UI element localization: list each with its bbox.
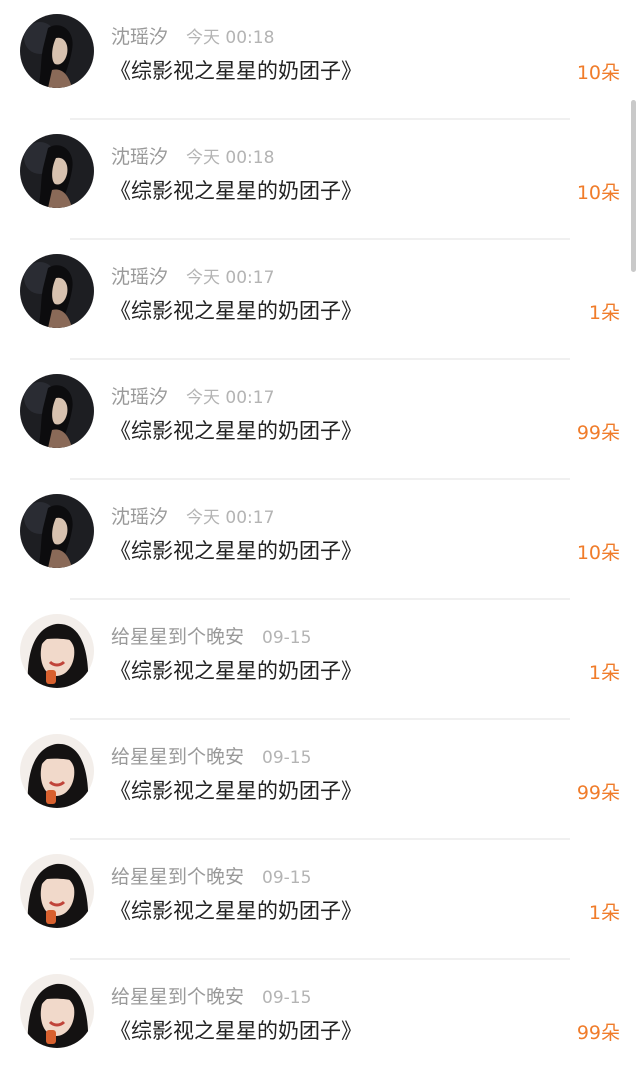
timestamp: 今天 00:17 <box>186 508 275 528</box>
avatar[interactable] <box>20 14 94 88</box>
timestamp: 今天 00:18 <box>186 148 275 168</box>
timestamp: 09-15 <box>262 748 312 768</box>
meta-line: 沈瑶汐 今天 00:18 <box>111 22 274 48</box>
list-item[interactable]: 沈瑶汐 今天 00:17 《综影视之星星的奶团子》 99朵 <box>0 360 640 480</box>
meta-line: 给星星到个晚安 09-15 <box>111 982 311 1008</box>
user-name[interactable]: 给星星到个晚安 <box>111 622 244 649</box>
avatar[interactable] <box>20 134 94 208</box>
user-name[interactable]: 沈瑶汐 <box>111 382 168 409</box>
user-name[interactable]: 给星星到个晚安 <box>111 742 244 769</box>
timestamp: 今天 00:17 <box>186 388 275 408</box>
avatar[interactable] <box>20 734 94 808</box>
list-item[interactable]: 给星星到个晚安 09-15 《综影视之星星的奶团子》 1朵 <box>0 600 640 720</box>
timestamp: 今天 00:18 <box>186 28 275 48</box>
timestamp: 09-15 <box>262 628 312 648</box>
list-item[interactable]: 沈瑶汐 今天 00:18 《综影视之星星的奶团子》 10朵 <box>0 0 640 120</box>
book-title[interactable]: 《综影视之星星的奶团子》 <box>110 775 362 805</box>
list-item[interactable]: 给星星到个晚安 09-15 《综影视之星星的奶团子》 1朵 <box>0 840 640 960</box>
gift-count: 10朵 <box>576 182 620 204</box>
timestamp: 09-15 <box>262 988 312 1008</box>
book-title[interactable]: 《综影视之星星的奶团子》 <box>110 895 362 925</box>
gift-count: 1朵 <box>588 902 620 924</box>
user-name[interactable]: 给星星到个晚安 <box>111 982 244 1009</box>
list-item[interactable]: 沈瑶汐 今天 00:17 《综影视之星星的奶团子》 1朵 <box>0 240 640 360</box>
gift-count: 99朵 <box>576 1022 620 1044</box>
gift-count: 1朵 <box>588 302 620 324</box>
avatar[interactable] <box>20 374 94 448</box>
meta-line: 给星星到个晚安 09-15 <box>111 622 311 648</box>
user-name[interactable]: 沈瑶汐 <box>111 142 168 169</box>
gift-count: 10朵 <box>576 62 620 84</box>
avatar[interactable] <box>20 494 94 568</box>
scrollbar[interactable] <box>631 100 636 272</box>
user-name[interactable]: 沈瑶汐 <box>111 22 168 49</box>
meta-line: 沈瑶汐 今天 00:17 <box>111 262 274 288</box>
avatar[interactable] <box>20 254 94 328</box>
meta-line: 给星星到个晚安 09-15 <box>111 742 311 768</box>
user-name[interactable]: 沈瑶汐 <box>111 502 168 529</box>
gift-count: 1朵 <box>588 662 620 684</box>
gift-record-list: 沈瑶汐 今天 00:18 《综影视之星星的奶团子》 10朵 沈瑶汐 今天 00:… <box>0 0 640 1063</box>
book-title[interactable]: 《综影视之星星的奶团子》 <box>110 55 362 85</box>
user-name[interactable]: 沈瑶汐 <box>111 262 168 289</box>
meta-line: 沈瑶汐 今天 00:17 <box>111 502 274 528</box>
avatar[interactable] <box>20 854 94 928</box>
book-title[interactable]: 《综影视之星星的奶团子》 <box>110 175 362 205</box>
book-title[interactable]: 《综影视之星星的奶团子》 <box>110 1015 362 1045</box>
timestamp: 今天 00:17 <box>186 268 275 288</box>
list-item[interactable]: 给星星到个晚安 09-15 《综影视之星星的奶团子》 99朵 <box>0 960 640 1080</box>
list-item[interactable]: 沈瑶汐 今天 00:17 《综影视之星星的奶团子》 10朵 <box>0 480 640 600</box>
user-name[interactable]: 给星星到个晚安 <box>111 862 244 889</box>
meta-line: 沈瑶汐 今天 00:18 <box>111 142 274 168</box>
book-title[interactable]: 《综影视之星星的奶团子》 <box>110 415 362 445</box>
book-title[interactable]: 《综影视之星星的奶团子》 <box>110 535 362 565</box>
avatar[interactable] <box>20 614 94 688</box>
meta-line: 给星星到个晚安 09-15 <box>111 862 311 888</box>
list-item[interactable]: 沈瑶汐 今天 00:18 《综影视之星星的奶团子》 10朵 <box>0 120 640 240</box>
timestamp: 09-15 <box>262 868 312 888</box>
gift-count: 99朵 <box>576 782 620 804</box>
book-title[interactable]: 《综影视之星星的奶团子》 <box>110 295 362 325</box>
avatar[interactable] <box>20 974 94 1048</box>
gift-count: 10朵 <box>576 542 620 564</box>
list-item[interactable]: 给星星到个晚安 09-15 《综影视之星星的奶团子》 99朵 <box>0 720 640 840</box>
book-title[interactable]: 《综影视之星星的奶团子》 <box>110 655 362 685</box>
gift-count: 99朵 <box>576 422 620 444</box>
meta-line: 沈瑶汐 今天 00:17 <box>111 382 274 408</box>
